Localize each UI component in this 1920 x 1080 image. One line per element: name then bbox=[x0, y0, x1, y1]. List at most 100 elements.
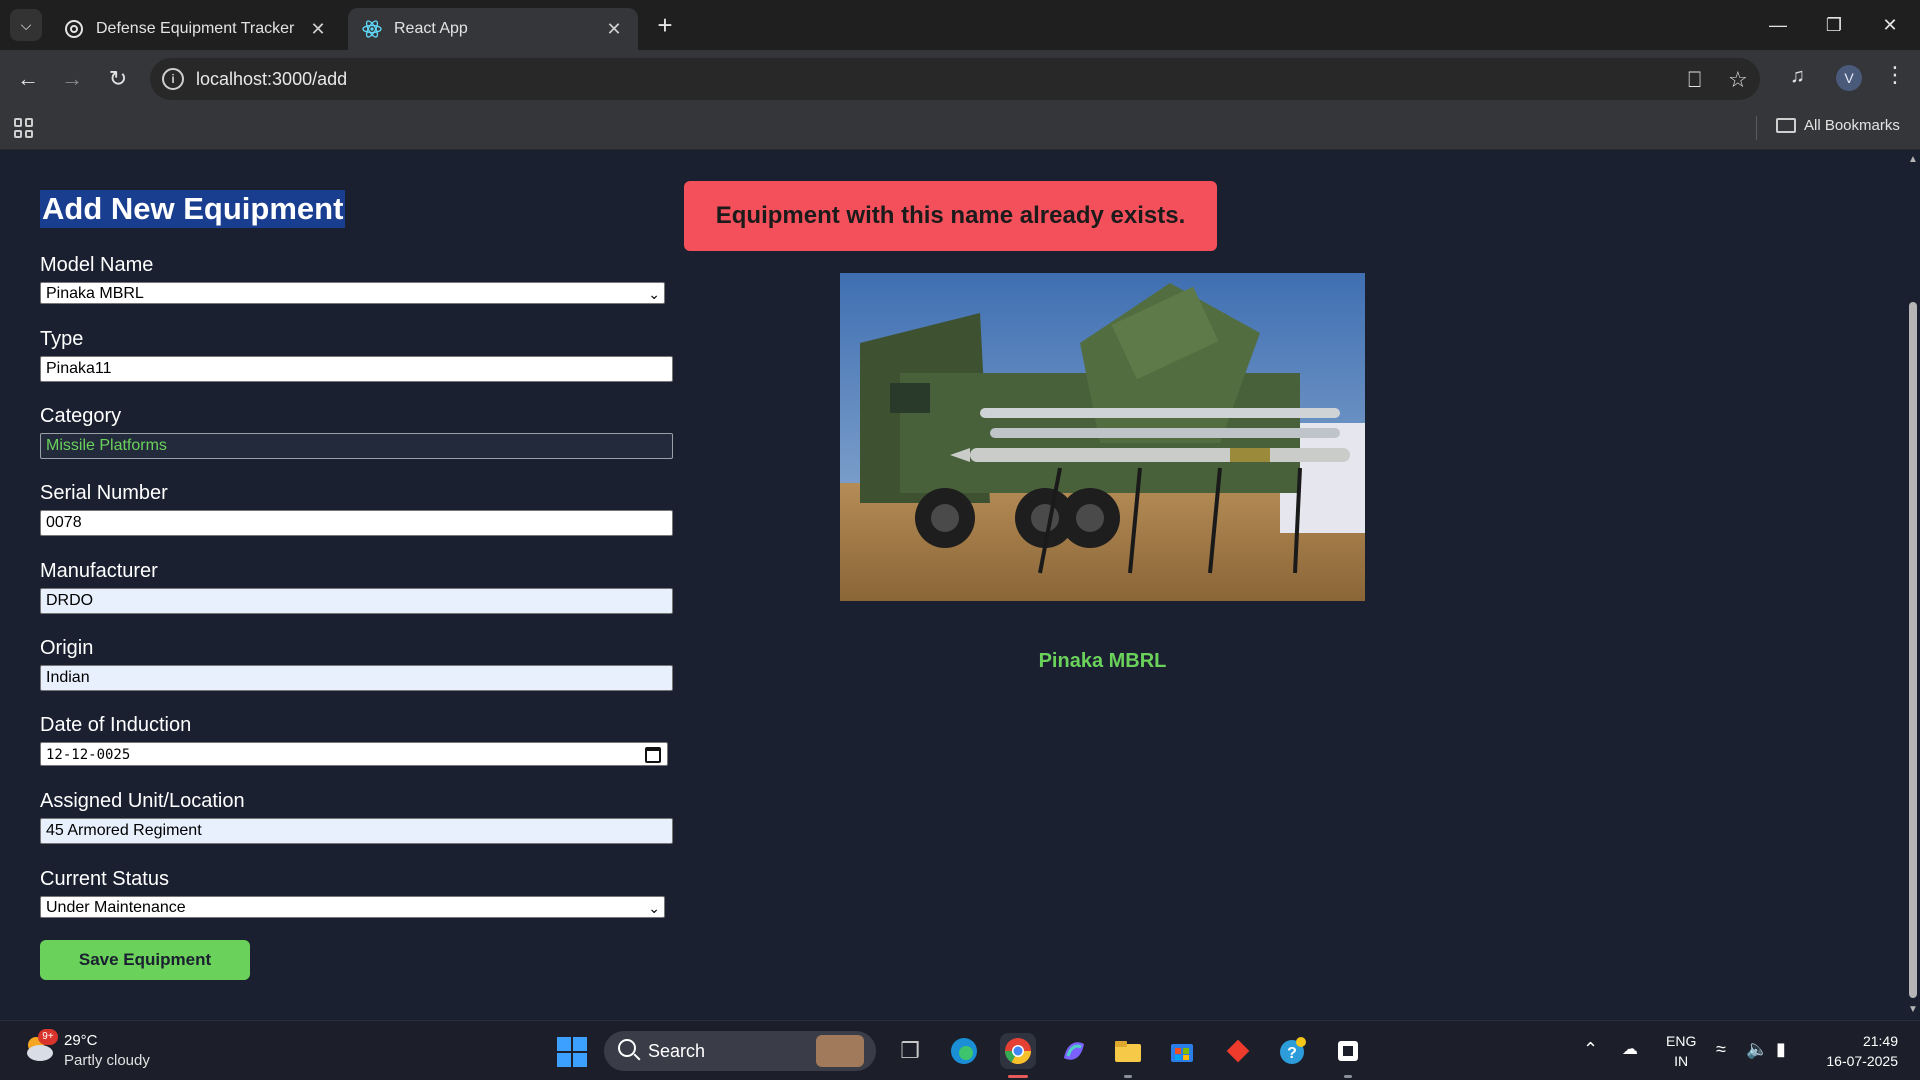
close-tab-icon[interactable]: ✕ bbox=[308, 19, 328, 40]
model-name-label: Model Name bbox=[40, 254, 154, 276]
model-name-value: Pinaka MBRL bbox=[46, 285, 144, 302]
openai-favicon-icon bbox=[64, 19, 84, 39]
windows-start-icon[interactable] bbox=[557, 1037, 587, 1067]
assigned-unit-input[interactable]: 45 Armored Regiment bbox=[40, 818, 673, 844]
clock-time: 21:49 bbox=[1862, 1033, 1898, 1049]
manufacturer-input[interactable]: DRDO bbox=[40, 588, 673, 614]
close-window-button[interactable]: ✕ bbox=[1862, 0, 1918, 50]
page-scrollbar[interactable]: ▲ ▼ bbox=[1906, 150, 1920, 1020]
arrow-right-icon: → bbox=[61, 66, 83, 91]
media-controls-icon[interactable]: ♫ bbox=[1790, 65, 1805, 88]
all-bookmarks-button[interactable]: All Bookmarks bbox=[1776, 117, 1900, 134]
reload-icon: ↻ bbox=[108, 66, 128, 91]
equipment-caption: Pinaka MBRL bbox=[1038, 650, 1167, 672]
minimize-button[interactable]: — bbox=[1750, 0, 1806, 50]
page-title: Add New Equipment bbox=[40, 190, 346, 228]
assigned-unit-label: Assigned Unit/Location bbox=[40, 790, 245, 812]
restore-button[interactable]: ❐ bbox=[1806, 0, 1862, 50]
region-code: IN bbox=[1674, 1053, 1689, 1069]
onedrive-error-icon[interactable]: ☁ bbox=[1622, 1039, 1638, 1059]
microsoft-store-icon[interactable] bbox=[1164, 1033, 1200, 1069]
running-app-indicator bbox=[1344, 1075, 1352, 1078]
chevron-down-icon: ⌵ bbox=[20, 16, 32, 33]
calendar-icon[interactable] bbox=[645, 747, 661, 763]
date-value: 12-12-0025 bbox=[46, 747, 131, 763]
bookmark-star-icon[interactable]: ☆ bbox=[1728, 67, 1748, 93]
weather-description[interactable]: Partly cloudy bbox=[64, 1052, 150, 1069]
profile-avatar[interactable]: V bbox=[1836, 65, 1862, 91]
running-app-indicator bbox=[1124, 1075, 1132, 1078]
menu-kebab-icon[interactable]: ⋮ bbox=[1884, 62, 1906, 88]
back-button[interactable]: ← bbox=[12, 63, 44, 95]
taskbar-search[interactable]: Search bbox=[604, 1031, 876, 1071]
date-of-induction-input[interactable]: 12-12-0025 bbox=[40, 742, 668, 766]
unity-app-icon[interactable] bbox=[1330, 1033, 1366, 1069]
scrollbar-thumb[interactable] bbox=[1909, 302, 1917, 998]
reload-button[interactable]: ↻ bbox=[102, 63, 134, 95]
language-indicator[interactable]: ENG IN bbox=[1666, 1031, 1696, 1071]
origin-input[interactable]: Indian bbox=[40, 665, 673, 691]
current-status-label: Current Status bbox=[40, 868, 169, 890]
browser-toolbar: ← → ↻ i localhost:3000/add ⎕ ☆ ♫ ⋮ bbox=[0, 50, 1920, 108]
category-field: Missile Platforms bbox=[40, 433, 673, 459]
current-status-select[interactable]: Under Maintenance ⌄ bbox=[40, 896, 665, 918]
file-explorer-icon[interactable] bbox=[1110, 1033, 1146, 1069]
battery-icon[interactable]: ▮ bbox=[1776, 1039, 1786, 1060]
language-code: ENG bbox=[1666, 1033, 1697, 1049]
url-text[interactable]: localhost:3000/add bbox=[196, 69, 347, 90]
copilot-icon[interactable] bbox=[1056, 1033, 1092, 1069]
system-clock[interactable]: 21:49 16-07-2025 bbox=[1826, 1031, 1898, 1071]
arrow-left-icon: ← bbox=[17, 66, 39, 91]
tab-title: Defense Equipment Tracker bbox=[96, 20, 295, 37]
site-info-icon[interactable]: i bbox=[162, 68, 184, 90]
tab-title: React App bbox=[394, 20, 468, 37]
chevron-up-icon[interactable]: ⌃ bbox=[1583, 1039, 1598, 1060]
edge-icon[interactable] bbox=[946, 1033, 982, 1069]
help-icon[interactable]: ? bbox=[1274, 1033, 1310, 1069]
page-content: Add New Equipment Model Name Pinaka MBRL… bbox=[0, 150, 1906, 1020]
active-app-indicator bbox=[1008, 1075, 1028, 1078]
manufacturer-label: Manufacturer bbox=[40, 560, 158, 582]
chevron-down-icon: ⌄ bbox=[648, 900, 660, 916]
current-status-value: Under Maintenance bbox=[46, 899, 186, 916]
chrome-icon[interactable] bbox=[1000, 1033, 1036, 1069]
all-bookmarks-label: All Bookmarks bbox=[1804, 117, 1900, 134]
wifi-icon[interactable]: ≈ bbox=[1716, 1039, 1726, 1060]
bookmarks-bar: All Bookmarks bbox=[0, 108, 1920, 150]
date-of-induction-label: Date of Induction bbox=[40, 714, 192, 736]
chevron-down-icon: ⌄ bbox=[648, 286, 660, 302]
tab-react-app[interactable]: React App ✕ bbox=[348, 8, 638, 50]
save-equipment-button[interactable]: Save Equipment bbox=[40, 940, 250, 980]
tab-list-button[interactable]: ⌵ bbox=[10, 9, 42, 41]
install-app-icon[interactable]: ⎕ bbox=[1688, 67, 1701, 93]
tab-defense-equipment-tracker[interactable]: Defense Equipment Tracker ✕ bbox=[50, 8, 342, 50]
search-label: Search bbox=[648, 1041, 706, 1061]
task-view-icon[interactable]: ❒ bbox=[892, 1033, 928, 1069]
address-bar[interactable]: i localhost:3000/add ⎕ ☆ bbox=[150, 58, 1760, 100]
scroll-down-icon[interactable]: ▼ bbox=[1908, 1004, 1918, 1015]
weather-temperature[interactable]: 29°C bbox=[64, 1032, 98, 1049]
type-input[interactable]: Pinaka11 bbox=[40, 356, 673, 382]
type-label: Type bbox=[40, 328, 84, 350]
equipment-photo bbox=[840, 273, 1365, 601]
close-tab-icon[interactable]: ✕ bbox=[604, 19, 624, 40]
forward-button[interactable]: → bbox=[56, 63, 88, 95]
divider bbox=[1756, 116, 1757, 140]
apps-grid-icon[interactable] bbox=[14, 118, 34, 138]
svg-text:?: ? bbox=[1287, 1045, 1297, 1062]
react-favicon-icon bbox=[362, 19, 382, 39]
anydesk-icon[interactable] bbox=[1220, 1033, 1256, 1069]
search-icon bbox=[618, 1039, 636, 1057]
serial-number-input[interactable]: 0078 bbox=[40, 510, 673, 536]
windows-taskbar: 9+ 29°C Partly cloudy Search ❒ ? ⌃ ☁ ENG… bbox=[0, 1020, 1920, 1080]
category-label: Category bbox=[40, 405, 122, 427]
model-name-select[interactable]: Pinaka MBRL ⌄ bbox=[40, 282, 665, 304]
search-highlight-image bbox=[816, 1035, 864, 1067]
new-tab-button[interactable]: + bbox=[650, 10, 680, 40]
scroll-up-icon[interactable]: ▲ bbox=[1908, 154, 1918, 165]
clock-date: 16-07-2025 bbox=[1826, 1053, 1898, 1069]
folder-icon bbox=[1776, 118, 1796, 133]
serial-number-label: Serial Number bbox=[40, 482, 168, 504]
volume-icon[interactable]: 🔈 bbox=[1746, 1039, 1768, 1060]
browser-tab-bar: ⌵ Defense Equipment Tracker ✕ React App … bbox=[0, 0, 1920, 50]
